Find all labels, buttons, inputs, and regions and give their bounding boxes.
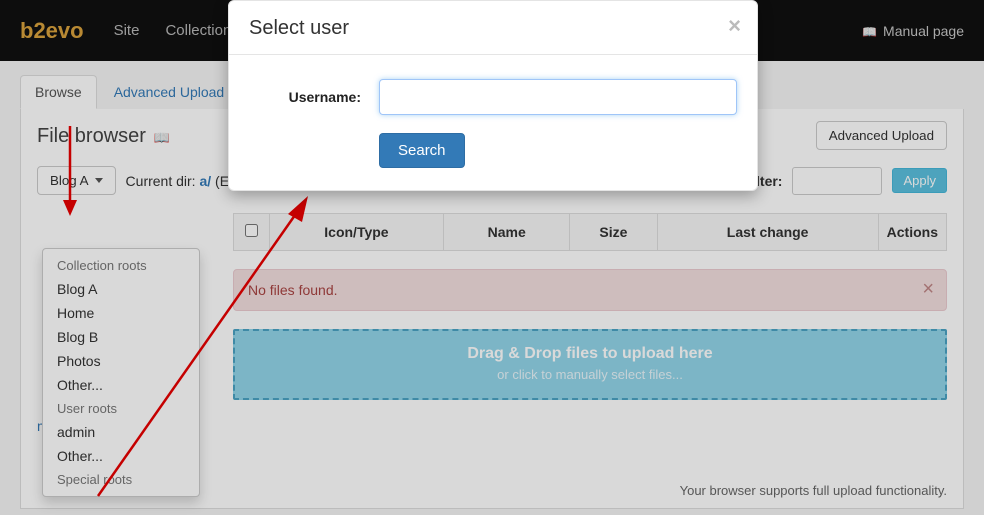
modal-title: Select user — [249, 17, 737, 40]
username-label: Username: — [249, 89, 361, 105]
select-user-modal: Select user × Username: Search — [228, 0, 758, 191]
close-icon[interactable]: × — [728, 13, 741, 39]
search-button[interactable]: Search — [379, 133, 465, 168]
username-input[interactable] — [379, 79, 737, 115]
